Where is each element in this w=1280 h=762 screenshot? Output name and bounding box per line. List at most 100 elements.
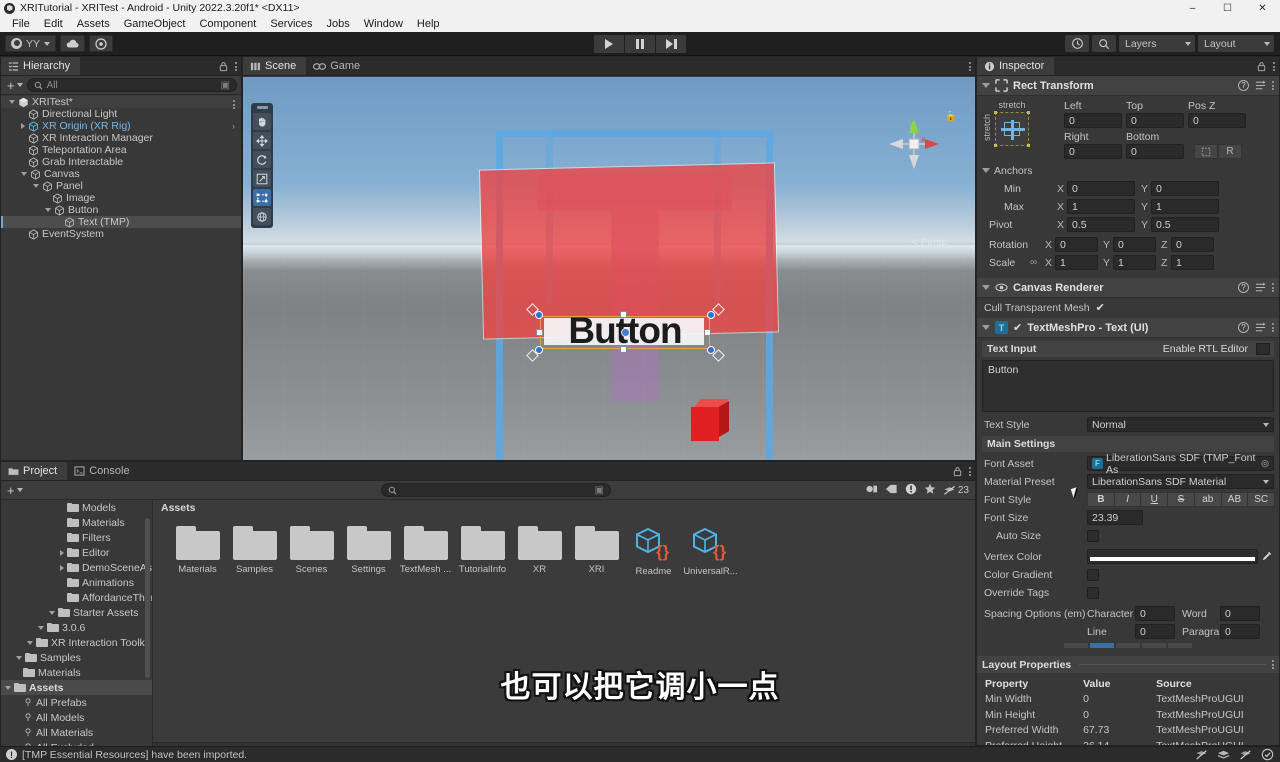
hierarchy-item[interactable]: XRITest* — [1, 96, 241, 109]
alignment-row-partial[interactable] — [982, 643, 1274, 648]
bottom-field[interactable]: 0 — [1126, 144, 1184, 159]
left-field[interactable]: 0 — [1064, 113, 1122, 128]
rect-transform-header[interactable]: Rect Transform ? — [977, 76, 1279, 96]
selected-text-object[interactable]: Button — [526, 303, 725, 362]
asset-item[interactable]: Materials — [169, 526, 226, 577]
maximize-button[interactable]: ☐ — [1210, 0, 1245, 16]
scale-z-field[interactable]: 1 — [1171, 255, 1214, 270]
project-tree-item[interactable]: Animations — [1, 575, 152, 590]
corner-handle-bl[interactable] — [535, 346, 543, 354]
filter-error-icon[interactable] — [905, 483, 917, 498]
project-tree-item[interactable]: Editor — [1, 545, 152, 560]
anchor-min-y-field[interactable]: 0 — [1151, 181, 1219, 196]
font-style-lowercase-button[interactable]: ab — [1193, 492, 1222, 507]
raw-edit-button[interactable]: R — [1218, 144, 1242, 159]
chevron-down-icon[interactable] — [45, 208, 51, 212]
check-icon[interactable] — [1261, 748, 1274, 761]
hierarchy-item[interactable]: Directional Light — [1, 108, 241, 120]
inspector-menu-icon[interactable] — [1273, 62, 1275, 71]
material-preset-dropdown[interactable]: LiberationSans SDF Material — [1087, 474, 1274, 489]
component-menu-icon[interactable] — [1272, 323, 1274, 332]
font-style-smallcaps-button[interactable]: SC — [1247, 492, 1276, 507]
cloud-button[interactable] — [60, 35, 86, 52]
edge-handle-right[interactable] — [704, 329, 711, 336]
play-button[interactable] — [594, 34, 624, 53]
menu-item-jobs[interactable]: Jobs — [320, 16, 357, 32]
preset-icon[interactable] — [1255, 322, 1266, 333]
asset-item[interactable]: Samples — [226, 526, 283, 577]
font-size-field[interactable]: 23.39 — [1087, 510, 1143, 525]
chevron-down-icon[interactable] — [33, 184, 39, 188]
scene-viewport[interactable]: T Button — [243, 77, 975, 460]
eyedropper-icon[interactable] — [1258, 549, 1274, 564]
menu-item-assets[interactable]: Assets — [70, 16, 117, 32]
project-search-input[interactable]: ▣ — [381, 483, 611, 497]
tab-game[interactable]: Game — [306, 57, 370, 75]
hierarchy-item[interactable]: EventSystem — [1, 228, 241, 240]
layout-dropdown[interactable]: Layout — [1198, 35, 1274, 52]
canvas-renderer-header[interactable]: Canvas Renderer ? — [977, 278, 1279, 298]
anchor-max-y-field[interactable]: 1 — [1151, 199, 1219, 214]
paragraph-spacing-field[interactable]: 0 — [1220, 624, 1260, 639]
scale-x-field[interactable]: 1 — [1055, 255, 1098, 270]
asset-grid[interactable]: Materials Samples Scenes Settings TextMesh .… — [153, 516, 975, 577]
tab-hierarchy[interactable]: Hierarchy — [1, 57, 81, 75]
scale-tool-button[interactable] — [253, 170, 271, 187]
hierarchy-item[interactable]: Grab Interactable — [1, 156, 241, 168]
text-style-dropdown[interactable]: Normal — [1087, 417, 1274, 432]
color-gradient-checkbox[interactable] — [1087, 568, 1099, 581]
hierarchy-item[interactable]: Panel — [1, 180, 241, 192]
word-spacing-field[interactable]: 0 — [1220, 606, 1260, 621]
filter-label-icon[interactable] — [885, 483, 898, 498]
vertex-color-swatch[interactable] — [1087, 549, 1258, 564]
chevron-down-icon[interactable] — [27, 640, 33, 645]
hierarchy-item[interactable]: XR Origin (XR Rig) › — [1, 120, 241, 132]
project-folder-tree[interactable]: Models Materials Filters Editor DemoSceneAss… — [1, 500, 153, 762]
grab-interactable-cube[interactable] — [691, 399, 729, 441]
asset-item[interactable]: XR — [511, 526, 568, 577]
asset-item[interactable]: XRI — [568, 526, 625, 577]
project-tree-item[interactable]: ⚲ All Models — [1, 710, 152, 725]
posz-field[interactable]: 0 — [1188, 113, 1246, 128]
account-button[interactable]: YY — [5, 35, 57, 52]
minimize-button[interactable]: – — [1175, 0, 1210, 16]
gizmo-lock-icon[interactable]: 🔒 — [945, 111, 957, 122]
palette-drag-handle[interactable] — [256, 106, 268, 109]
menu-item-help[interactable]: Help — [410, 16, 447, 32]
project-tree-item[interactable]: AffordanceTher — [1, 590, 152, 605]
hierarchy-menu-icon[interactable] — [235, 62, 237, 71]
character-spacing-field[interactable]: 0 — [1135, 606, 1175, 621]
hierarchy-tree[interactable]: XRITest* Directional Light XR Origin (XR R… — [1, 95, 241, 460]
scale-y-field[interactable]: 1 — [1113, 255, 1156, 270]
chevron-down-icon[interactable] — [21, 172, 27, 176]
chevron-down-icon[interactable] — [982, 83, 990, 88]
projection-mode-label[interactable]: ≺ Persp — [910, 237, 947, 248]
chevron-down-icon[interactable] — [982, 325, 990, 330]
menu-item-gameobject[interactable]: GameObject — [117, 16, 193, 32]
scene-menu-icon[interactable] — [969, 62, 971, 71]
close-button[interactable]: ✕ — [1245, 0, 1280, 16]
pivot-handle[interactable] — [621, 328, 630, 337]
font-style-uppercase-button[interactable]: AB — [1220, 492, 1249, 507]
tab-scene[interactable]: Scene — [243, 57, 307, 75]
pivot-x-field[interactable]: 0.5 — [1067, 217, 1135, 232]
preset-icon[interactable] — [1255, 282, 1266, 293]
font-style-strikethrough-button[interactable]: S — [1167, 492, 1195, 507]
top-field[interactable]: 0 — [1126, 113, 1184, 128]
search-save-icon[interactable]: ▣ — [595, 485, 604, 496]
project-tree-item[interactable]: ⚲ All Materials — [1, 725, 152, 740]
font-style-bold-button[interactable]: B — [1087, 492, 1115, 507]
help-icon[interactable]: ? — [1238, 80, 1249, 91]
project-breadcrumb[interactable]: Assets — [153, 500, 975, 516]
chevron-down-icon[interactable] — [38, 625, 44, 630]
preset-icon[interactable] — [1255, 80, 1266, 91]
rotation-y-field[interactable]: 0 — [1113, 237, 1156, 252]
font-style-underline-button[interactable]: U — [1140, 492, 1169, 507]
project-tree-item[interactable]: XR Interaction Toolkit — [1, 635, 152, 650]
chevron-down-icon[interactable] — [9, 100, 15, 104]
menu-item-window[interactable]: Window — [357, 16, 410, 32]
asset-item[interactable]: {} UniversalR... — [682, 526, 739, 577]
project-tree-item[interactable]: Materials — [1, 515, 152, 530]
move-tool-button[interactable] — [253, 132, 271, 149]
corner-handle-tl[interactable] — [535, 311, 543, 319]
